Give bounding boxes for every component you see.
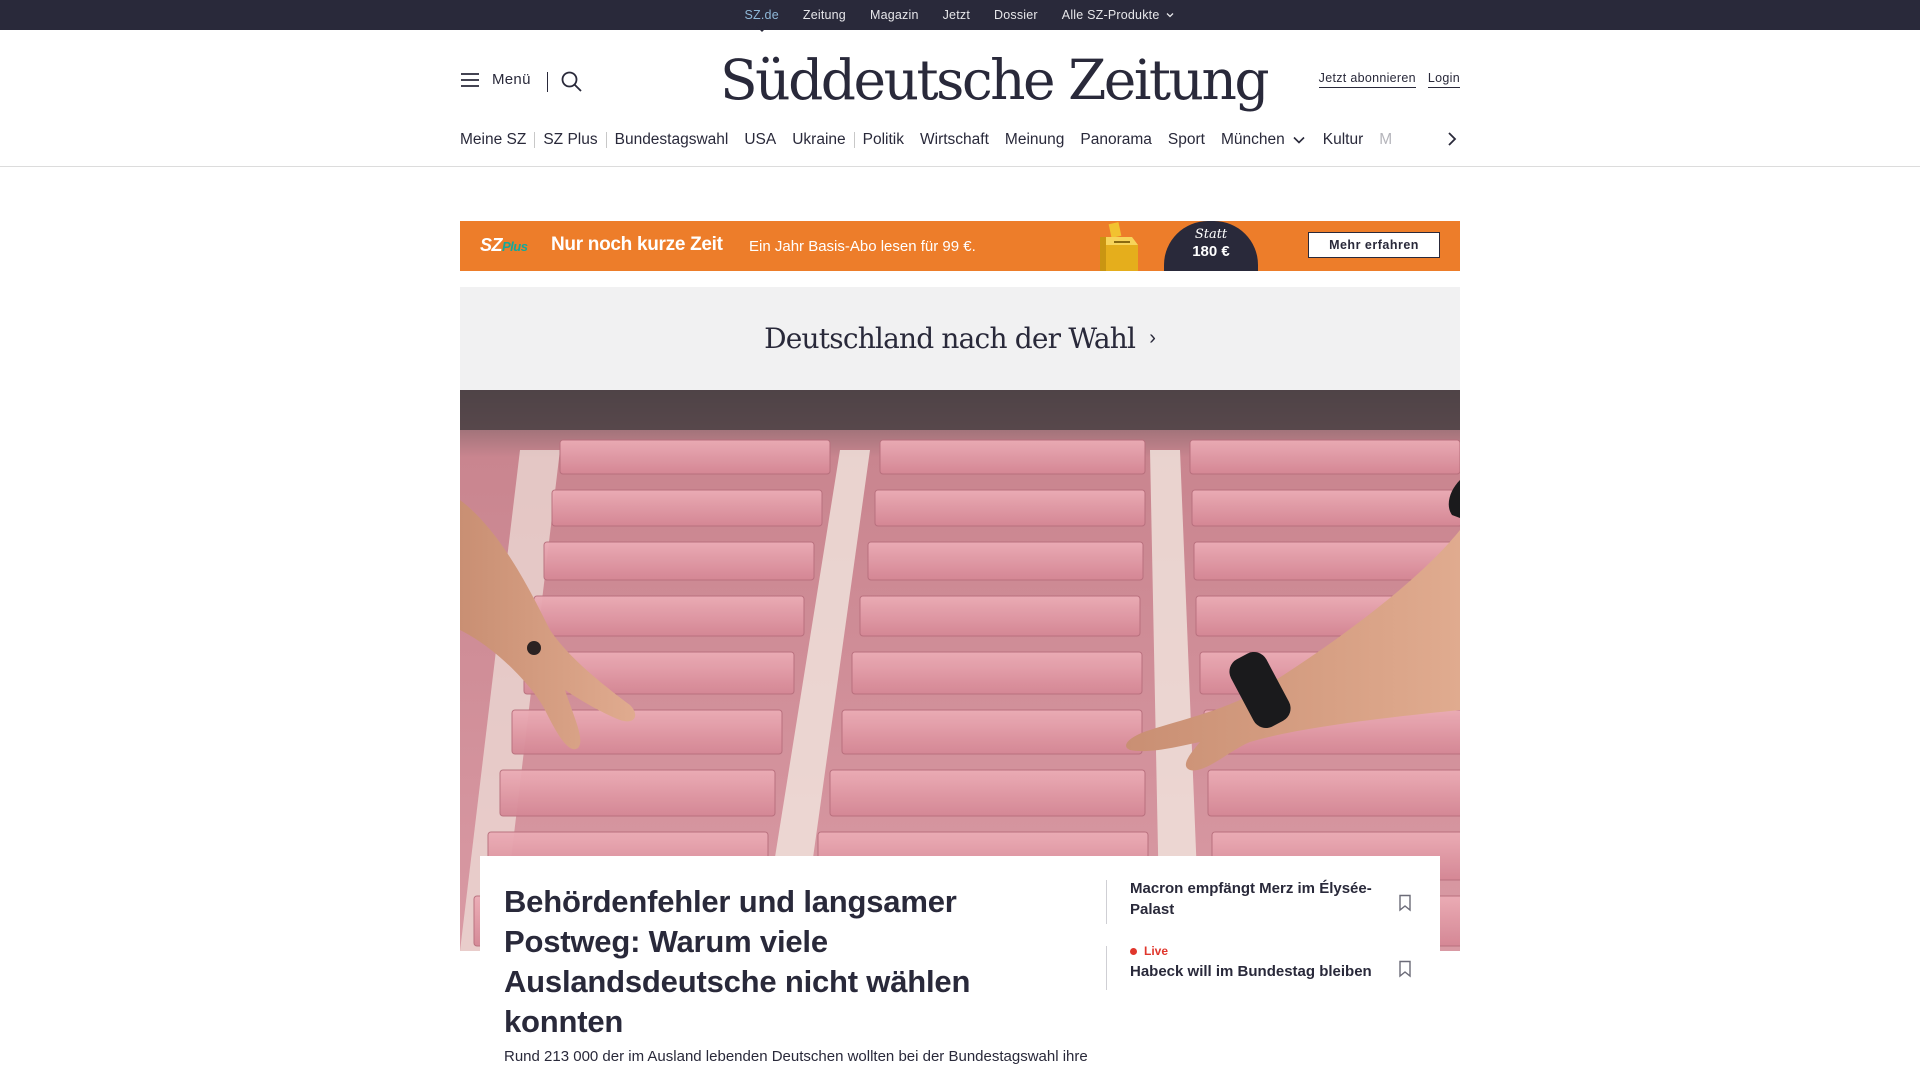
nav-item-sport[interactable]: Sport	[1160, 131, 1213, 149]
side-story-divider	[1106, 880, 1107, 924]
nav-item-wirtschaft[interactable]: Wirtschaft	[912, 131, 997, 149]
search-icon	[561, 71, 582, 92]
chevron-down-icon	[1167, 13, 1174, 18]
menu-button[interactable]: Menü	[460, 71, 531, 88]
topbar-link-magazin[interactable]: Magazin	[870, 8, 919, 22]
nav-item-meine-sz[interactable]: Meine SZ	[460, 131, 534, 149]
nav-item-more-truncated[interactable]: M	[1371, 131, 1400, 149]
lead-article-card: Behördenfehler und langsamer Postweg: Wa…	[480, 856, 1440, 1080]
sz-plus-logo-sz: SZ	[480, 235, 503, 255]
bookmark-icon	[1399, 960, 1411, 978]
nav-item-panorama[interactable]: Panorama	[1072, 131, 1160, 149]
nav-scroll-right-button[interactable]	[1446, 130, 1458, 153]
hamburger-icon	[461, 72, 479, 87]
masthead: Menü Süddeutsche Zeitung Jetzt abonniere…	[0, 30, 1920, 167]
topbar-link-alle-produkte[interactable]: Alle SZ-Produkte	[1062, 8, 1176, 22]
lead-article-title[interactable]: Behördenfehler und langsamer Postweg: Wa…	[504, 882, 1064, 1042]
nav-item-kultur[interactable]: Kultur	[1315, 131, 1372, 149]
side-story-divider	[1106, 946, 1107, 990]
nav-item-usa[interactable]: USA	[736, 131, 784, 149]
bookmark-button[interactable]	[1398, 960, 1412, 983]
topbar-link-zeitung[interactable]: Zeitung	[803, 8, 846, 22]
nav-item-ukraine[interactable]: Ukraine	[784, 131, 853, 149]
main-navigation: Meine SZ SZ Plus Bundestagswahl USA Ukra…	[460, 128, 1460, 152]
search-button[interactable]	[560, 70, 584, 99]
section-header[interactable]: Deutschland nach der Wahl ›	[460, 287, 1460, 390]
ballot-box-icon	[1100, 222, 1138, 271]
nav-item-muenchen[interactable]: München	[1213, 131, 1315, 149]
sz-plus-logo-plus: Plus	[502, 239, 528, 254]
subscribe-link[interactable]: Jetzt abonnieren	[1318, 71, 1416, 88]
menu-divider	[547, 72, 548, 92]
promo-price-label: Statt	[1194, 227, 1228, 242]
site-logo[interactable]: Süddeutsche Zeitung	[720, 45, 1270, 115]
nav-item-meinung[interactable]: Meinung	[997, 131, 1072, 149]
topbar-link-dossier[interactable]: Dossier	[994, 8, 1038, 22]
topbar-link-alle-produkte-label: Alle SZ-Produkte	[1061, 8, 1160, 22]
nav-item-muenchen-label: München	[1220, 131, 1285, 148]
topbar-link-sz-de[interactable]: SZ.de	[745, 8, 779, 32]
top-bar: SZ.de Zeitung Magazin Jetzt Dossier Alle…	[0, 0, 1920, 32]
chevron-right-icon: ›	[1149, 327, 1156, 349]
account-links: Jetzt abonnieren Login	[1318, 71, 1460, 88]
promo-price-value: 180 €	[1192, 243, 1230, 260]
nav-item-bundestagswahl[interactable]: Bundestagswahl	[607, 131, 737, 149]
live-badge: Live	[1130, 944, 1390, 958]
side-story-live[interactable]: Live Habeck will im Bundestag bleiben	[1130, 944, 1390, 982]
promo-price-badge: Statt 180 €	[1164, 221, 1258, 271]
top-bar-links: SZ.de Zeitung Magazin Jetzt Dossier Alle…	[0, 0, 1920, 32]
topbar-link-jetzt[interactable]: Jetzt	[943, 8, 970, 22]
section-title: Deutschland nach der Wahl	[764, 322, 1136, 355]
bookmark-button[interactable]	[1398, 894, 1412, 917]
live-dot-icon	[1130, 947, 1137, 955]
side-story-title: Macron empfängt Merz im Élysée-Palast	[1130, 880, 1372, 918]
chevron-right-icon	[1448, 132, 1457, 146]
promo-cta-button[interactable]: Mehr erfahren	[1308, 232, 1440, 258]
chevron-down-icon	[1293, 136, 1305, 144]
login-link[interactable]: Login	[1427, 71, 1460, 88]
lead-article-teaser[interactable]: Rund 213 000 der im Ausland lebenden Deu…	[504, 1046, 1104, 1068]
live-label: Live	[1144, 944, 1169, 958]
nav-item-sz-plus[interactable]: SZ Plus	[535, 131, 605, 149]
sz-plus-logo: SZPlus	[480, 235, 528, 256]
promo-subline: Ein Jahr Basis-Abo lesen für 99 €.	[749, 238, 976, 255]
menu-label: Menü	[492, 71, 531, 88]
side-story[interactable]: Macron empfängt Merz im Élysée-Palast	[1130, 878, 1390, 920]
bookmark-icon	[1399, 894, 1411, 912]
promo-headline: Nur noch kurze Zeit	[551, 234, 723, 255]
side-story-title: Habeck will im Bundestag bleiben	[1130, 963, 1372, 980]
promo-banner[interactable]: SZPlus Nur noch kurze Zeit Ein Jahr Basi…	[460, 221, 1460, 271]
nav-item-politik[interactable]: Politik	[855, 131, 912, 149]
